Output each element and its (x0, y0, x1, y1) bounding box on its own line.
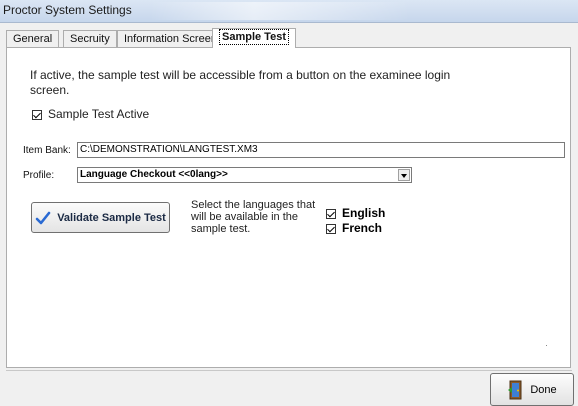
validate-sample-test-label: Validate Sample Test (57, 211, 166, 224)
language-label-french: French (342, 221, 383, 235)
sample-test-active-checkbox[interactable]: Sample Test Active (32, 107, 149, 121)
settings-window: Proctor System Settings General Secruity… (0, 0, 578, 406)
checkmark-icon (35, 211, 51, 224)
sample-test-info-text: If active, the sample test will be acces… (30, 68, 451, 97)
checkbox-checked-icon (326, 208, 336, 219)
tab-information-screen[interactable]: Information Screen (117, 30, 224, 47)
footer-divider (6, 370, 572, 371)
language-checkbox-french[interactable]: French (326, 221, 385, 236)
language-list: English French (326, 206, 385, 236)
title-bar: Proctor System Settings (0, 0, 578, 23)
language-checkbox-english[interactable]: English (326, 206, 385, 221)
tab-sample-test[interactable]: Sample Test (212, 28, 296, 48)
window-title: Proctor System Settings (3, 3, 132, 17)
panel-speck (546, 345, 547, 346)
checkbox-checked-icon (326, 223, 336, 234)
tab-general[interactable]: General (6, 30, 60, 47)
tab-sample-test-label: Sample Test (219, 29, 289, 45)
done-button[interactable]: Done (490, 373, 574, 406)
item-bank-label: Item Bank: (23, 145, 71, 156)
sample-test-active-label: Sample Test Active (48, 107, 150, 121)
item-bank-input[interactable]: C:\DEMONSTRATION\LANGTEST.XM3 (77, 142, 565, 158)
chevron-down-icon[interactable] (398, 169, 410, 181)
title-bar-reflection (150, 2, 410, 20)
languages-description: Select the languages that will be availa… (191, 199, 316, 235)
exit-door-icon (508, 380, 522, 399)
profile-label: Profile: (23, 170, 55, 181)
validate-sample-test-button[interactable]: Validate Sample Test (31, 202, 170, 233)
language-label-english: English (342, 206, 386, 220)
profile-selected-value: Language Checkout <<0lang>> (80, 169, 228, 180)
tab-strip: General Secruity Information Screen Samp… (0, 28, 578, 48)
tab-security[interactable]: Secruity (63, 30, 117, 47)
checkbox-checked-icon (32, 109, 42, 120)
profile-select[interactable]: Language Checkout <<0lang>> (77, 167, 412, 183)
done-label: Done (530, 383, 557, 396)
